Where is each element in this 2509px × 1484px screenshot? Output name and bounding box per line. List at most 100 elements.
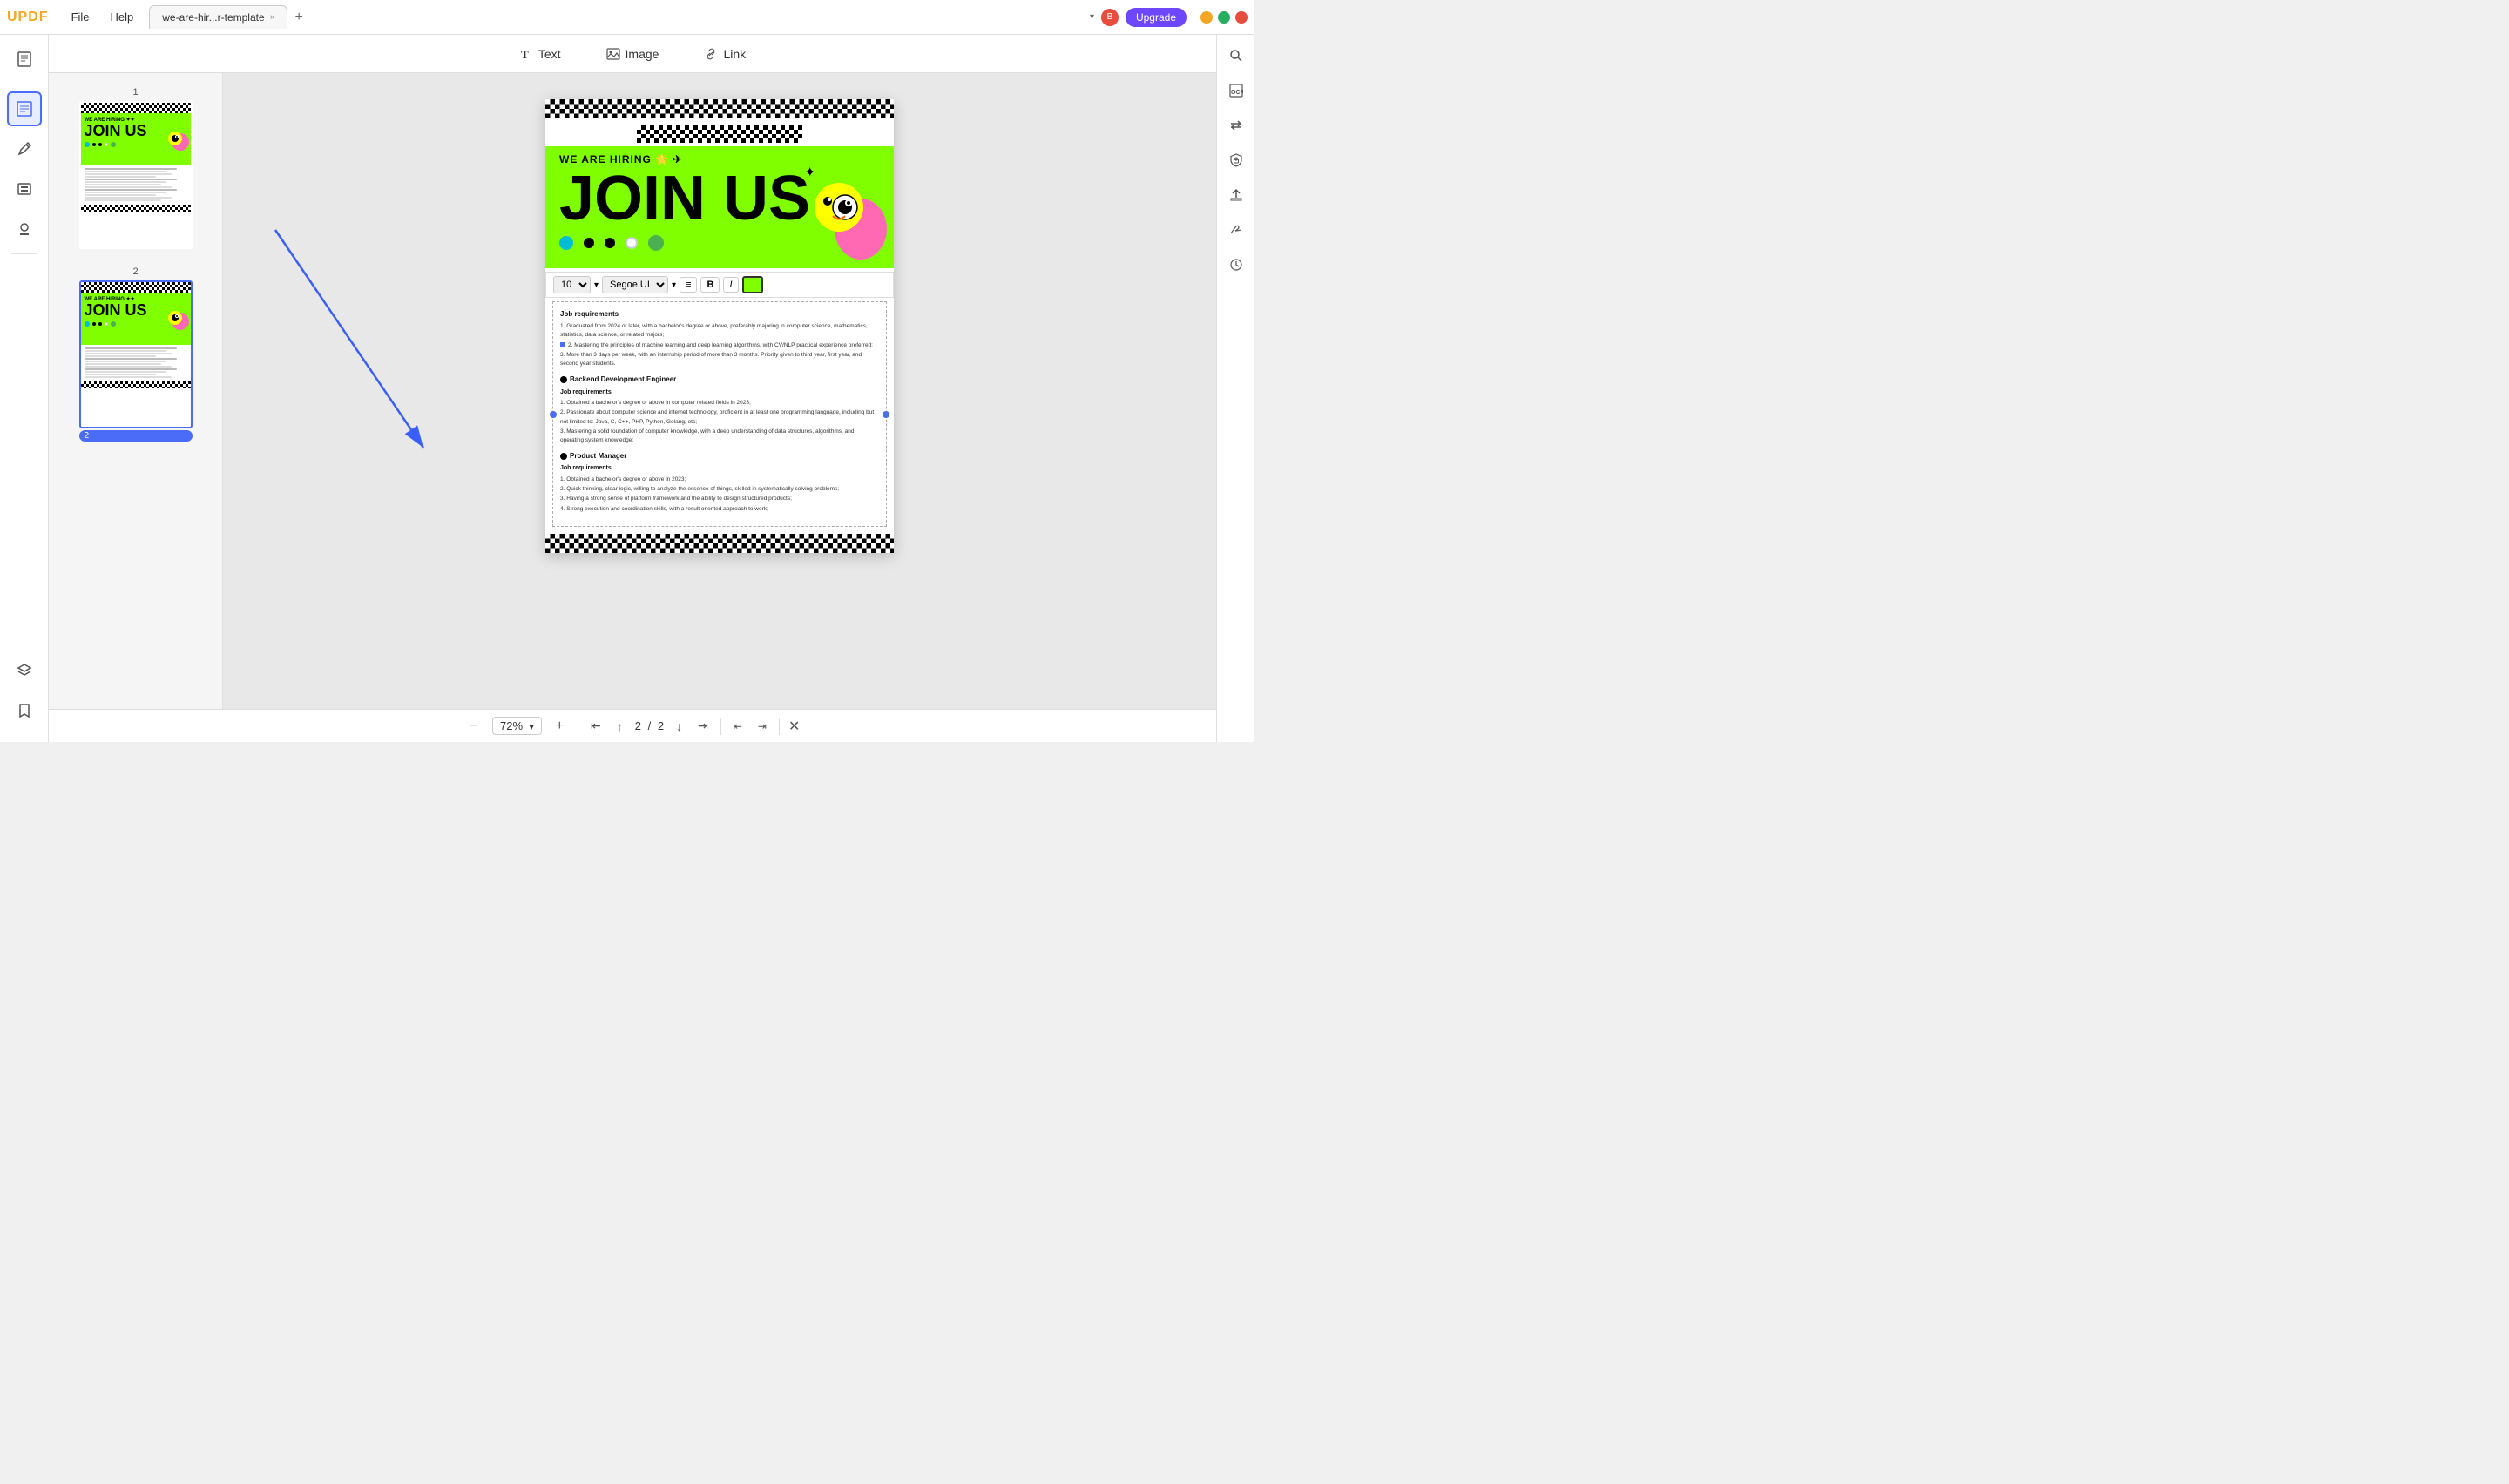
toolbar-bookmark-btn[interactable] [7,693,42,728]
app-logo: UPDF [7,10,49,25]
link-tool-btn[interactable]: Link [695,44,754,64]
thumbnail-page-1[interactable]: 1 WE ARE HIRING ✦✦ JOIN US [49,80,222,256]
nav-last-btn[interactable]: ⇥ [694,717,712,735]
section2-subtitle: Job requirements [560,388,879,397]
thumbnail-img-2: WE ARE HIRING ✦✦ JOIN US [79,280,193,428]
thumbnail-img-1: WE ARE HIRING ✦✦ JOIN US [79,101,193,249]
section3-subtitle: Job requirements [560,463,879,473]
nav-jump-next[interactable]: ⇥ [754,718,770,734]
toolbar-annotate-btn[interactable] [7,132,42,166]
section1-item3: 3. More than 3 days per week, with an in… [560,351,879,369]
tab-close-btn[interactable]: × [270,13,275,23]
window-controls [1200,11,1248,24]
font-size-select[interactable]: 10 [553,276,591,293]
section-backend: Backend Development Engineer Job require… [560,374,879,446]
right-history-btn[interactable] [1222,251,1250,279]
color-btn[interactable] [742,276,763,293]
thumbnail-page-2[interactable]: 2 WE ARE HIRING ✦✦ JOIN US [49,260,222,449]
minimize-button[interactable] [1200,11,1213,24]
nav-first-btn[interactable]: ⇤ [587,717,605,735]
align-btn[interactable]: ≡ [680,277,697,293]
dropdown-arrow-icon[interactable]: ▾ [1090,12,1094,22]
user-avatar: B [1101,9,1119,26]
link-tool-label: Link [723,47,746,61]
text-edit-toolbar: 10 ▾ Segoe UI ▾ ≡ B I [545,272,894,298]
close-window-button[interactable] [1235,11,1248,24]
left-toolbar [0,35,49,742]
maximize-button[interactable] [1218,11,1230,24]
titlebar: UPDF File Help we-are-hir...r-template ×… [0,0,1254,35]
right-share-btn[interactable] [1222,181,1250,209]
page-indicator: 2 / 2 [635,719,664,732]
doc-view[interactable]: WE ARE HIRING 🌟 ✈ JOIN US [223,73,1216,709]
text-edit-area[interactable]: Job requirements 1. Graduated from 2024 … [552,301,887,527]
right-toolbar: OCR [1216,35,1254,742]
page2-number: 2 [79,266,193,277]
total-pages: 2 [658,719,664,732]
page-sep: / [648,719,652,732]
new-tab-btn[interactable]: + [287,6,309,29]
right-convert-btn[interactable] [1222,111,1250,139]
toolbar-separator2 [11,253,37,254]
page2-badge: 2 [79,430,193,442]
image-tool-btn[interactable]: Image [598,44,668,64]
menu-file[interactable]: File [63,7,98,27]
page-container: WE ARE HIRING 🌟 ✈ JOIN US [545,99,894,691]
menu-bar: File Help [63,7,143,27]
main-layout: T Text Image Link 1 [0,35,1254,742]
svg-text:✦: ✦ [804,165,815,180]
toolbar-edit-btn[interactable] [7,91,42,126]
right-sign-btn[interactable] [1222,216,1250,244]
zoom-in-btn[interactable]: + [551,717,569,736]
section-data-science: Job requirements 1. Graduated from 2024 … [560,309,879,369]
svg-text:T: T [521,48,529,61]
section1-item2: 2. Mastering the principles of machine l… [560,341,879,350]
italic-btn[interactable]: I [723,277,738,293]
right-ocr-btn[interactable]: OCR [1222,77,1250,105]
section3-item2: 2. Quick thinking, clear logic, willing … [560,485,879,494]
titlebar-right: ▾ B Upgrade [1090,8,1248,27]
font-size-arrow[interactable]: ▾ [594,280,599,290]
center-checker [545,125,894,143]
section1-item1: 1. Graduated from 2024 or later, with a … [560,322,879,341]
active-tab[interactable]: we-are-hir...r-template × [149,5,287,29]
svg-text:OCR: OCR [1231,90,1243,96]
section2-item2: 2. Passionate about computer science and… [560,408,879,427]
section2-title: Backend Development Engineer [560,374,879,386]
menu-help[interactable]: Help [102,7,143,27]
upgrade-button[interactable]: Upgrade [1126,8,1187,27]
text-tool-btn[interactable]: T Text [511,44,570,64]
toolbar-pages-btn[interactable] [7,42,42,77]
nav-jump-prev[interactable]: ⇤ [730,718,746,734]
section2-item3: 3. Mastering a solid foundation of compu… [560,428,879,446]
right-protect-btn[interactable] [1222,146,1250,174]
tab-label: we-are-hir...r-template [162,11,264,24]
thumbnail-sidebar: 1 WE ARE HIRING ✦✦ JOIN US [49,73,223,709]
section1-title: Job requirements [560,309,879,320]
page1-number: 1 [79,87,193,98]
right-search-btn[interactable] [1222,42,1250,70]
section3-item4: 4. Strong execution and coordination ski… [560,505,879,514]
bottom-bar: − 72% ▾ + ⇤ ↑ 2 / 2 ↓ ⇥ ⇤ ⇥ ✕ [49,709,1216,742]
font-family-select[interactable]: Segoe UI [602,276,668,293]
zoom-out-btn[interactable]: − [465,717,484,736]
tabs-area: we-are-hir...r-template × + [149,5,1090,29]
toolbar-layers-btn[interactable] [7,653,42,688]
zoom-dropdown-arrow[interactable]: ▾ [530,723,534,732]
toolbar-forms-btn[interactable] [7,172,42,206]
font-family-arrow[interactable]: ▾ [672,280,676,290]
section3-title: Product Manager [560,451,879,462]
section2-item1: 1. Obtained a bachelor's degree or above… [560,399,879,408]
top-checker-bar [545,99,894,118]
zoom-level-display[interactable]: 72% ▾ [492,717,542,735]
toolbar-stamps-btn[interactable] [7,212,42,246]
character-illustration: ✦ [800,159,887,268]
nav-prev-btn[interactable]: ↑ [613,718,626,735]
section3-item1: 1. Obtained a bachelor's degree or above… [560,476,879,484]
bottom-checker-bar [545,534,894,553]
close-bottom-btn[interactable]: ✕ [788,718,800,735]
nav-next-btn[interactable]: ↓ [673,718,686,735]
current-page: 2 [635,719,641,732]
bold-btn[interactable]: B [700,277,720,293]
separator3 [779,718,780,735]
